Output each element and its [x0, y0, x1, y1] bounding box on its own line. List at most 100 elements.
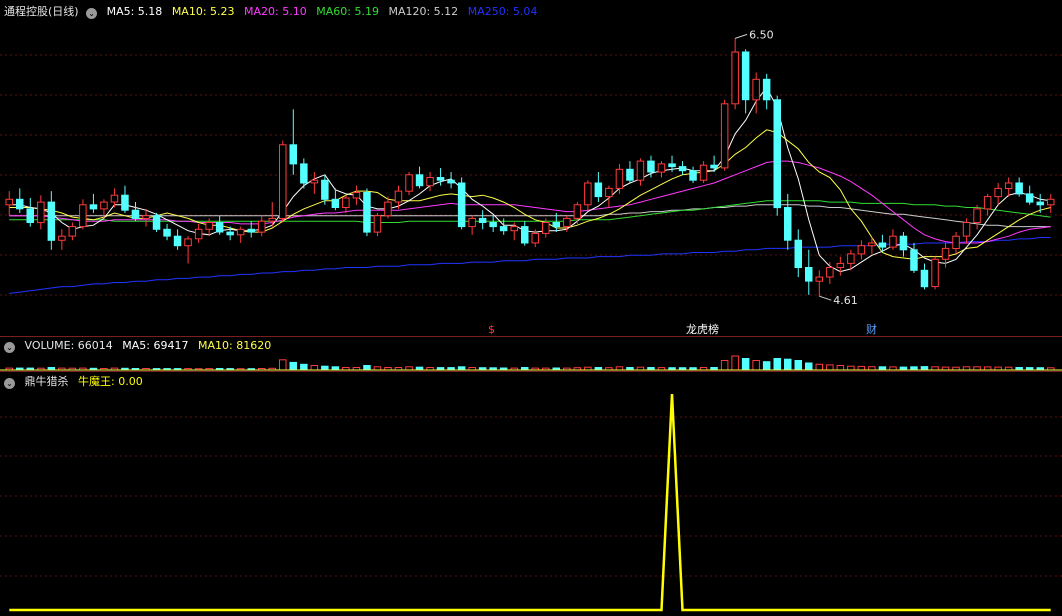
indicator-panel-legend: ⌄ 鼎牛猎杀 牛魔王: 0.00 [4, 374, 149, 390]
candle-body [836, 262, 845, 268]
indicator-toggle-icon[interactable]: ⌄ [4, 378, 15, 389]
candle-body [889, 235, 897, 248]
candle-body [342, 197, 350, 208]
candle-body [194, 228, 203, 240]
ma10-value: MA10: 5.23 [171, 5, 235, 18]
volume-bar [363, 365, 371, 371]
candle-body [373, 215, 382, 233]
candle-body [1025, 193, 1034, 203]
candle-body [668, 163, 676, 168]
stock-title: 通程控股(日线) [4, 5, 79, 18]
ma120-value: MA120: 5.12 [388, 5, 459, 18]
volume-bar [920, 366, 929, 371]
candle-body [752, 78, 760, 101]
candle-body [531, 232, 539, 244]
candle-body [394, 190, 403, 203]
candle-body [910, 249, 918, 271]
ma120-line [9, 204, 1051, 228]
stock-chart[interactable]: 6.50 4.61 $ 龙虎榜 财 [0, 0, 1062, 616]
volume-bar [289, 361, 297, 371]
volume-bar [836, 365, 845, 371]
candle-body [68, 226, 77, 237]
candle-body [268, 217, 276, 222]
candle-body [762, 78, 771, 101]
volume-bar [310, 365, 319, 371]
candle-body [226, 231, 234, 236]
candle-body [720, 103, 729, 169]
candle-body [205, 222, 213, 230]
candle-body [37, 201, 45, 224]
candle-body [521, 226, 529, 244]
ma250-value: MA250: 5.04 [467, 5, 538, 18]
candle-body [131, 209, 140, 219]
candle-body [300, 163, 308, 184]
candle-body [868, 242, 876, 247]
event-marker-1: 龙虎榜 [686, 322, 719, 336]
candle-body [899, 235, 908, 251]
candle-body [310, 179, 319, 184]
candle-body [352, 192, 361, 199]
candle-body [1047, 198, 1055, 206]
candle-body [100, 201, 108, 210]
candle-body [689, 170, 697, 181]
volume-toggle-icon[interactable]: ⌄ [4, 342, 15, 353]
low-price-label: 4.61 [833, 294, 858, 307]
volume-bar [815, 363, 823, 371]
main-panel-legend: 通程控股(日线) ⌄ MA5: 5.18 MA10: 5.23 MA20: 5.… [4, 4, 543, 20]
candle-body [741, 51, 750, 101]
candle-body [436, 177, 445, 181]
candle-body [79, 204, 87, 228]
ma60-value: MA60: 5.19 [316, 5, 379, 18]
candle-body [962, 222, 971, 237]
event-marker-2: 财 [866, 322, 877, 336]
candle-body [58, 235, 66, 241]
candle-body [426, 177, 434, 187]
volume-bar [741, 358, 750, 371]
candle-body [552, 222, 560, 228]
ma5-value: MA5: 5.18 [106, 5, 163, 18]
indicator-line [9, 393, 1051, 612]
candle-body [121, 194, 129, 211]
candle-body [878, 242, 887, 248]
candle-body [47, 201, 56, 241]
candle-body [805, 267, 813, 282]
volume-bar [826, 364, 834, 371]
volume-bar [784, 358, 792, 371]
candle-body [26, 208, 34, 223]
candle-body [321, 179, 329, 200]
indicator-line-value: 牛魔王: 0.00 [78, 375, 143, 388]
candle-body [784, 207, 792, 241]
candle-body [363, 192, 371, 233]
candle-body [1004, 182, 1013, 189]
candle-body [647, 160, 655, 173]
candle-body [16, 198, 24, 210]
candle-body [405, 174, 413, 192]
candle-body [384, 201, 392, 217]
candle-body [615, 168, 624, 189]
candle-body [289, 144, 297, 165]
volume-bar [794, 360, 802, 371]
candle-body [499, 226, 508, 232]
candle-body [594, 182, 603, 198]
volume-bar [321, 365, 329, 371]
candle-body [163, 228, 171, 237]
indicator-name: 鼎牛猎杀 [24, 375, 69, 388]
candle-body [152, 215, 161, 230]
candle-body [258, 220, 266, 233]
candle-body [489, 222, 497, 228]
volume-bar [752, 360, 760, 371]
candle-body [89, 204, 98, 210]
candle-body [794, 239, 802, 268]
candle-body [1036, 201, 1044, 206]
candle-body [447, 179, 455, 184]
volume-bar [731, 355, 739, 371]
volume-bar [857, 365, 866, 371]
candle-body [983, 196, 992, 210]
volume-bar [279, 359, 287, 371]
candle-body [542, 222, 550, 234]
collapse-toggle-icon[interactable]: ⌄ [86, 8, 98, 19]
candle-body [973, 208, 981, 223]
candle-body [626, 168, 634, 181]
candle-body [563, 217, 571, 228]
candle-body [331, 198, 340, 209]
